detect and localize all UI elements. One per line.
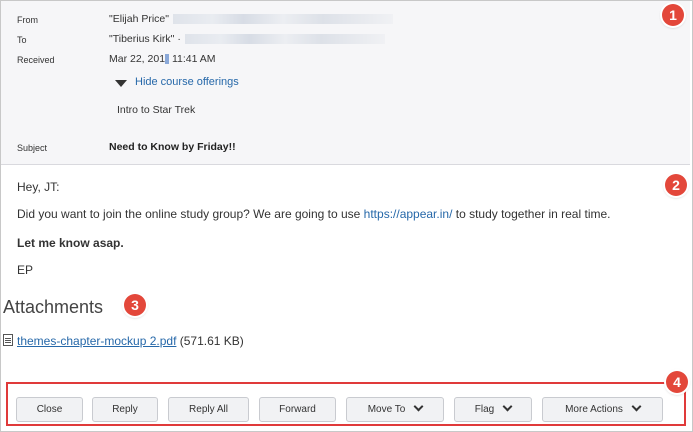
- redacted-email: [184, 34, 385, 45]
- study-link[interactable]: https://appear.in/: [364, 207, 453, 221]
- move-to-button[interactable]: Move To: [346, 397, 444, 422]
- forward-button[interactable]: Forward: [259, 397, 336, 422]
- chevron-down-icon: [413, 401, 424, 412]
- more-actions-button[interactable]: More Actions: [542, 397, 663, 422]
- callout-badge-3: 3: [124, 294, 146, 316]
- from-value: "Elijah Price": [109, 13, 393, 25]
- reply-button[interactable]: Reply: [92, 397, 158, 422]
- body-line-1: Did you want to join the online study gr…: [17, 207, 611, 221]
- from-label: From: [17, 15, 38, 25]
- subject-value: Need to Know by Friday!!: [109, 141, 236, 153]
- callout-badge-4: 4: [666, 371, 688, 393]
- chevron-down-icon: [631, 401, 642, 412]
- subject-label: Subject: [17, 143, 48, 153]
- body-line-2: Let me know asap.: [17, 236, 124, 250]
- to-label: To: [17, 35, 27, 45]
- callout-badge-1: 1: [662, 4, 684, 26]
- attachment-size: (571.61 KB): [179, 334, 244, 348]
- chevron-down-icon: [502, 401, 513, 412]
- message-header: [1, 1, 690, 165]
- redacted-email: [172, 14, 393, 25]
- attachment-link[interactable]: themes-chapter-mockup 2.pdf: [17, 334, 176, 348]
- reply-all-button[interactable]: Reply All: [168, 397, 249, 422]
- received-label: Received: [17, 55, 55, 65]
- course-offering: Intro to Star Trek: [117, 104, 196, 116]
- callout-badge-2: 2: [665, 174, 687, 196]
- signature: EP: [17, 263, 34, 277]
- caret-down-icon[interactable]: [115, 80, 127, 87]
- greeting: Hey, JT:: [17, 180, 60, 194]
- hide-course-offerings-link[interactable]: Hide course offerings: [135, 76, 239, 88]
- close-button[interactable]: Close: [16, 397, 83, 422]
- document-icon: [3, 334, 13, 346]
- attachments-heading: Attachments: [3, 297, 104, 317]
- flag-button[interactable]: Flag: [454, 397, 532, 422]
- attachment-item: themes-chapter-mockup 2.pdf (571.61 KB): [3, 334, 244, 348]
- received-value: Mar 22, 201 11:41 AM: [109, 53, 216, 65]
- to-value: "Tiberius Kirk" ·: [109, 33, 385, 45]
